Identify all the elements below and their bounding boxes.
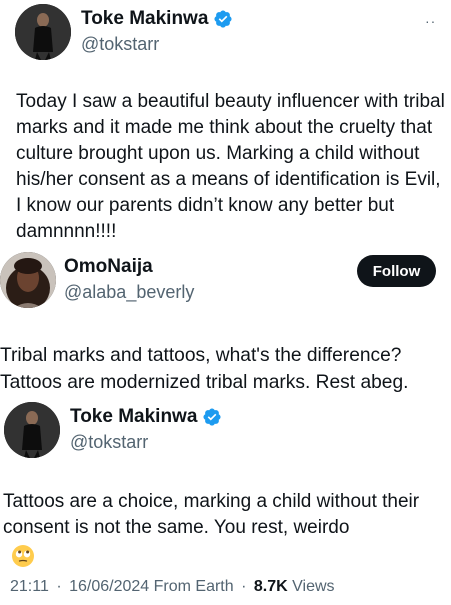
avatar-photo [0, 252, 56, 308]
tweet-text: Today I saw a beautiful beauty influence… [16, 91, 445, 242]
handle[interactable]: @alaba_beverly [64, 282, 194, 303]
verified-badge-icon [213, 9, 233, 29]
verified-badge-icon [202, 407, 222, 427]
tweet-date[interactable]: 16/06/2024 [69, 578, 149, 595]
tweet-2: OmoNaija @alaba_beverly Follow Tribal ma… [0, 248, 451, 398]
name-row: Toke Makinwa [81, 8, 233, 30]
display-name[interactable]: Toke Makinwa [81, 8, 208, 30]
tweet-source: From Earth [153, 578, 234, 595]
avatar-photo [4, 402, 60, 458]
meta-separator: · [56, 578, 62, 595]
avatar[interactable] [4, 402, 60, 458]
avatar[interactable] [0, 252, 56, 308]
avatar-photo [15, 4, 71, 60]
rolling-eyes-emoji-icon [11, 544, 35, 568]
follow-button[interactable]: Follow [357, 255, 436, 287]
tweet-3: Toke Makinwa @tokstarr Tattoos are a cho… [0, 398, 451, 605]
meta-separator: · [241, 578, 247, 595]
tweet-meta: 21:11 · 16/06/2024 From Earth · 8.7K Vie… [10, 578, 335, 596]
avatar[interactable] [15, 4, 71, 60]
name-row: Toke Makinwa [70, 406, 222, 428]
tweet-text: Tattoos are a choice, marking a child wi… [3, 491, 420, 538]
name-row: OmoNaija [64, 256, 153, 278]
views-label: Views [292, 578, 335, 595]
tweet-text: Tribal marks and tattoos, what's the dif… [0, 345, 409, 393]
tweet-time[interactable]: 21:11 [10, 578, 49, 595]
display-name[interactable]: OmoNaija [64, 256, 153, 278]
handle[interactable]: @tokstarr [70, 432, 148, 453]
tweet-1: Toke Makinwa @tokstarr ·· Today I saw a … [0, 0, 451, 258]
views-count[interactable]: 8.7K [254, 578, 288, 595]
handle[interactable]: @tokstarr [81, 34, 159, 55]
display-name[interactable]: Toke Makinwa [70, 406, 197, 428]
more-options-icon[interactable]: ·· [425, 14, 436, 28]
